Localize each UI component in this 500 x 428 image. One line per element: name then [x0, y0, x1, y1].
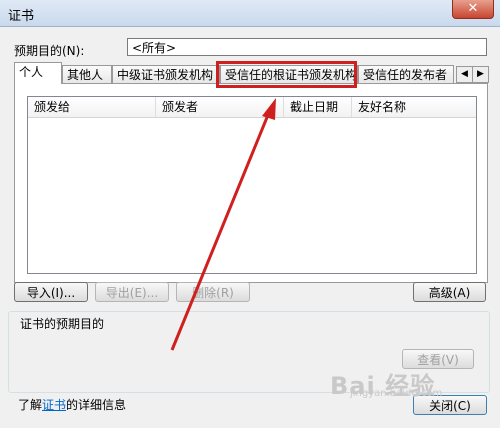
annotation-arrow-icon — [170, 98, 276, 351]
